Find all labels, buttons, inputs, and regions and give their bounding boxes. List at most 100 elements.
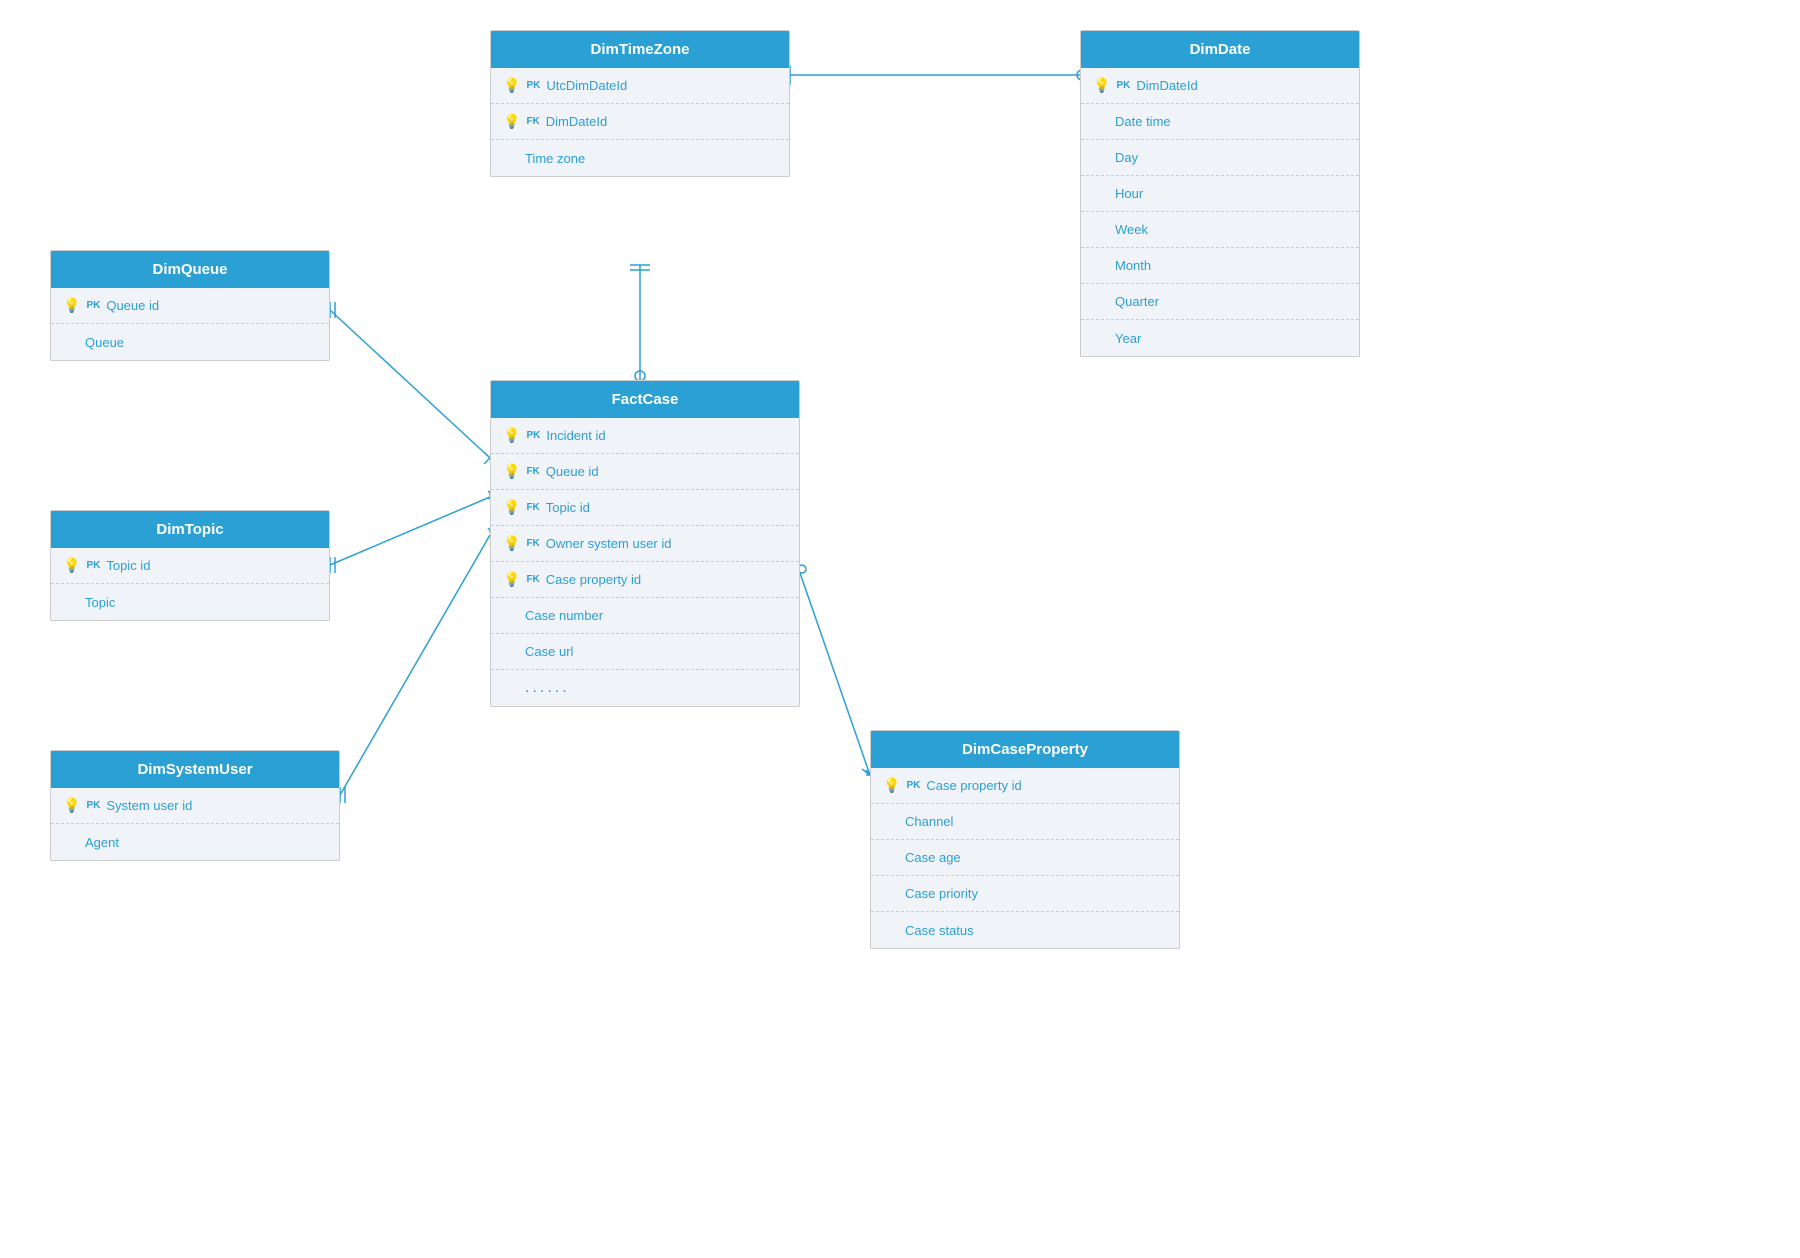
key-icon: 💡 bbox=[503, 113, 520, 130]
entity-dimcaseproperty: DimCaseProperty 💡 PK Case property id Ch… bbox=[870, 730, 1180, 949]
table-row: Day bbox=[1081, 140, 1359, 176]
table-row: 💡 PK Topic id bbox=[51, 548, 329, 584]
entity-dimqueue-title: DimQueue bbox=[152, 261, 227, 278]
table-row: ...... bbox=[491, 670, 799, 706]
pk-badge: PK bbox=[86, 560, 100, 571]
fk-badge: FK bbox=[526, 502, 539, 513]
table-row: Week bbox=[1081, 212, 1359, 248]
entity-factcase-body: 💡 PK Incident id 💡 FK Queue id 💡 FK Topi… bbox=[491, 418, 799, 706]
pk-badge: PK bbox=[1116, 80, 1130, 91]
field-label: System user id bbox=[106, 798, 192, 813]
table-row: Time zone bbox=[491, 140, 789, 176]
table-row: Case age bbox=[871, 840, 1179, 876]
table-row: 💡 FK Topic id bbox=[491, 490, 799, 526]
field-label: Month bbox=[1115, 258, 1151, 273]
table-row: Channel bbox=[871, 804, 1179, 840]
field-label: Date time bbox=[1115, 114, 1171, 129]
entity-dimsystemuser: DimSystemUser 💡 PK System user id Agent bbox=[50, 750, 340, 861]
field-label: Quarter bbox=[1115, 294, 1159, 309]
entity-dimtopic: DimTopic 💡 PK Topic id Topic bbox=[50, 510, 330, 621]
table-row: 💡 PK Queue id bbox=[51, 288, 329, 324]
table-row: Case priority bbox=[871, 876, 1179, 912]
entity-dimqueue: DimQueue 💡 PK Queue id Queue bbox=[50, 250, 330, 361]
diagram-container: DimTimeZone 💡 PK UtcDimDateId 💡 FK DimDa… bbox=[0, 0, 1800, 1258]
fk-badge: FK bbox=[526, 116, 539, 127]
entity-dimdate-body: 💡 PK DimDateId Date time Day Hour Week M… bbox=[1081, 68, 1359, 356]
field-label: Case number bbox=[525, 608, 603, 623]
entity-dimsystemuser-body: 💡 PK System user id Agent bbox=[51, 788, 339, 860]
pk-badge: PK bbox=[86, 300, 100, 311]
connectors-svg bbox=[0, 0, 1800, 1258]
key-icon: 💡 bbox=[503, 499, 520, 516]
field-label: Case property id bbox=[546, 572, 641, 587]
entity-dimtimezone-title: DimTimeZone bbox=[591, 41, 690, 58]
field-label: Case priority bbox=[905, 886, 978, 901]
field-label: Year bbox=[1115, 331, 1141, 346]
field-label: Case status bbox=[905, 923, 974, 938]
key-icon: 💡 bbox=[503, 571, 520, 588]
field-label: Channel bbox=[905, 814, 953, 829]
field-label: Case url bbox=[525, 644, 573, 659]
table-row: Date time bbox=[1081, 104, 1359, 140]
key-icon: 💡 bbox=[63, 797, 80, 814]
field-label: Agent bbox=[85, 835, 119, 850]
entity-dimdate-title: DimDate bbox=[1190, 41, 1251, 58]
fk-badge: FK bbox=[526, 466, 539, 477]
entity-dimtimezone-body: 💡 PK UtcDimDateId 💡 FK DimDateId Time zo… bbox=[491, 68, 789, 176]
entity-dimtopic-title: DimTopic bbox=[156, 521, 223, 538]
key-icon: 💡 bbox=[63, 557, 80, 574]
field-label: Case property id bbox=[926, 778, 1021, 793]
table-row: 💡 PK DimDateId bbox=[1081, 68, 1359, 104]
fk-badge: FK bbox=[526, 574, 539, 585]
field-label: Week bbox=[1115, 222, 1148, 237]
pk-badge: PK bbox=[86, 800, 100, 811]
fk-badge: FK bbox=[526, 538, 539, 549]
entity-dimtimezone-header: DimTimeZone bbox=[491, 31, 789, 68]
key-icon: 💡 bbox=[883, 777, 900, 794]
field-label: UtcDimDateId bbox=[546, 78, 627, 93]
entity-dimdate-header: DimDate bbox=[1081, 31, 1359, 68]
table-row: Hour bbox=[1081, 176, 1359, 212]
field-label: DimDateId bbox=[546, 114, 607, 129]
entity-dimtopic-header: DimTopic bbox=[51, 511, 329, 548]
field-label: Owner system user id bbox=[546, 536, 672, 551]
entity-dimcaseproperty-title: DimCaseProperty bbox=[962, 741, 1088, 758]
table-row: 💡 FK Case property id bbox=[491, 562, 799, 598]
table-row: 💡 FK DimDateId bbox=[491, 104, 789, 140]
field-label: Queue id bbox=[546, 464, 599, 479]
key-icon: 💡 bbox=[503, 463, 520, 480]
key-icon: 💡 bbox=[63, 297, 80, 314]
field-label: Queue id bbox=[106, 298, 159, 313]
table-row: Year bbox=[1081, 320, 1359, 356]
entity-dimsystemuser-title: DimSystemUser bbox=[137, 761, 252, 778]
entity-dimsystemuser-header: DimSystemUser bbox=[51, 751, 339, 788]
entity-dimdate: DimDate 💡 PK DimDateId Date time Day Hou… bbox=[1080, 30, 1360, 357]
entity-dimqueue-header: DimQueue bbox=[51, 251, 329, 288]
table-row: Month bbox=[1081, 248, 1359, 284]
field-label: Incident id bbox=[546, 428, 605, 443]
table-row: 💡 FK Owner system user id bbox=[491, 526, 799, 562]
table-row: Topic bbox=[51, 584, 329, 620]
table-row: Queue bbox=[51, 324, 329, 360]
field-label: Case age bbox=[905, 850, 961, 865]
table-row: 💡 PK Case property id bbox=[871, 768, 1179, 804]
pk-badge: PK bbox=[526, 80, 540, 91]
entity-factcase-header: FactCase bbox=[491, 381, 799, 418]
table-row: Agent bbox=[51, 824, 339, 860]
table-row: Case url bbox=[491, 634, 799, 670]
field-label: ...... bbox=[525, 679, 570, 697]
table-row: 💡 FK Queue id bbox=[491, 454, 799, 490]
pk-badge: PK bbox=[906, 780, 920, 791]
entity-dimcaseproperty-header: DimCaseProperty bbox=[871, 731, 1179, 768]
entity-dimqueue-body: 💡 PK Queue id Queue bbox=[51, 288, 329, 360]
field-label: Queue bbox=[85, 335, 124, 350]
field-label: Hour bbox=[1115, 186, 1143, 201]
field-label: Time zone bbox=[525, 151, 585, 166]
table-row: 💡 PK UtcDimDateId bbox=[491, 68, 789, 104]
key-icon: 💡 bbox=[503, 77, 520, 94]
field-label: Day bbox=[1115, 150, 1138, 165]
entity-factcase: FactCase 💡 PK Incident id 💡 FK Queue id … bbox=[490, 380, 800, 707]
field-label: Topic bbox=[85, 595, 115, 610]
key-icon: 💡 bbox=[1093, 77, 1110, 94]
table-row: Quarter bbox=[1081, 284, 1359, 320]
